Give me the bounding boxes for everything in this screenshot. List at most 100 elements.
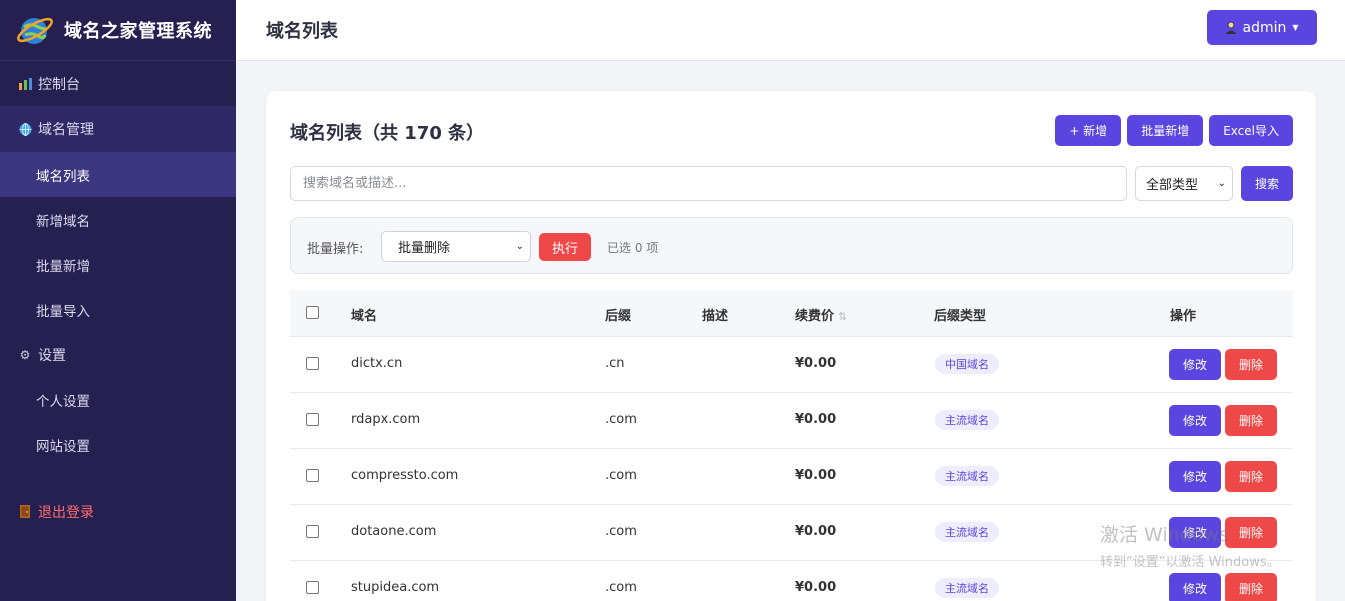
page-title: 域名列表	[266, 21, 338, 42]
delete-button[interactable]: 删除	[1225, 461, 1277, 492]
sidebar-item-label: 新增域名	[36, 213, 90, 230]
sidebar-item-site-settings[interactable]: 网站设置	[0, 422, 236, 467]
sidebar: 域名之家管理系统 控制台 域名管理 域名列表 新增域名 批量新增 批量导入 ⚙ …	[0, 0, 236, 601]
sidebar-item-label: 批量导入	[36, 303, 90, 320]
column-actions: 操作	[1170, 309, 1197, 324]
row-actions: 修改 删除	[1169, 405, 1277, 436]
column-price[interactable]: 续费价 ⇅	[795, 305, 847, 324]
suffix-cell: .cn	[605, 356, 625, 371]
sidebar-item-dashboard[interactable]: 控制台	[0, 61, 236, 106]
select-all-checkbox[interactable]	[306, 306, 319, 319]
domain-cell: compressto.com	[351, 468, 459, 483]
execute-button[interactable]: 执行	[539, 233, 591, 261]
sidebar-item-label: 退出登录	[38, 504, 94, 521]
door-icon	[18, 505, 32, 519]
column-suffix: 后缀	[605, 309, 632, 324]
type-badge: 主流域名	[935, 410, 999, 430]
suffix-cell: .com	[605, 412, 637, 427]
table-header: 域名 后缀 描述 续费价 ⇅ 后缀类型 操作	[290, 290, 1293, 337]
price-cell: ¥0.00	[795, 412, 837, 427]
batch-add-button[interactable]: 批量新增	[1127, 115, 1204, 146]
user-icon	[1225, 21, 1237, 34]
search-button[interactable]: 搜索	[1241, 166, 1293, 201]
chart-icon	[18, 77, 32, 91]
batch-operation-value: 批量删除	[398, 241, 451, 256]
suffix-cell: .com	[605, 468, 637, 483]
type-badge: 主流域名	[935, 578, 999, 598]
column-description: 描述	[702, 309, 729, 324]
globe-icon	[18, 122, 32, 136]
edit-button[interactable]: 修改	[1169, 573, 1221, 601]
selected-count: 已选 0 项	[607, 241, 659, 255]
delete-button[interactable]: 删除	[1225, 349, 1277, 380]
column-domain: 域名	[351, 309, 378, 324]
edit-button[interactable]: 修改	[1169, 461, 1221, 492]
sidebar-item-label: 控制台	[38, 76, 80, 93]
table-row: dictx.cn .cn ¥0.00 中国域名 修改 删除	[290, 337, 1293, 393]
type-badge: 主流域名	[935, 522, 999, 542]
suffix-cell: .com	[605, 580, 637, 595]
domain-cell: stupidea.com	[351, 580, 440, 595]
brand: 域名之家管理系统	[0, 0, 236, 61]
row-checkbox[interactable]	[306, 413, 319, 426]
sidebar-item-label: 批量新增	[36, 258, 90, 275]
sidebar-item-logout[interactable]: 退出登录	[0, 489, 236, 534]
watermark-line2: 转到“设置”以激活 Windows。	[1100, 555, 1280, 570]
price-cell: ¥0.00	[795, 524, 837, 539]
sidebar-item-label: 设置	[38, 347, 66, 364]
price-cell: ¥0.00	[795, 356, 837, 371]
activation-watermark: 激活 Windows 转到“设置”以激活 Windows。	[1100, 520, 1280, 570]
row-actions: 修改 删除	[1169, 573, 1277, 601]
sidebar-group-domains: 域名管理 域名列表	[0, 106, 236, 197]
caret-down-icon: ▼	[1292, 23, 1299, 32]
row-checkbox[interactable]	[306, 469, 319, 482]
chevron-down-icon: ⌄	[515, 241, 524, 252]
gear-icon: ⚙	[19, 347, 31, 362]
domain-cell: dotaone.com	[351, 524, 437, 539]
sidebar-item-domain-list[interactable]: 域名列表	[0, 152, 236, 197]
type-filter-select[interactable]: 全部类型 ⌄	[1135, 166, 1233, 201]
excel-import-button[interactable]: Excel导入	[1209, 115, 1293, 146]
sidebar-item-label: 个人设置	[36, 393, 90, 410]
row-actions: 修改 删除	[1169, 349, 1277, 380]
card-actions: + 新增 批量新增 Excel导入	[1055, 115, 1293, 146]
domain-cell: dictx.cn	[351, 356, 403, 371]
edit-button[interactable]: 修改	[1169, 405, 1221, 436]
delete-button[interactable]: 删除	[1225, 573, 1277, 601]
table-row: compressto.com .com ¥0.00 主流域名 修改 删除	[290, 449, 1293, 505]
card-title: 域名列表（共 170 条）	[290, 123, 485, 144]
sidebar-item-label: 网站设置	[36, 438, 90, 455]
topbar: 域名列表 admin ▼	[236, 0, 1345, 61]
sidebar-item-settings[interactable]: ⚙ 设置	[0, 332, 236, 377]
search-input[interactable]	[290, 166, 1127, 201]
sidebar-item-batch-import[interactable]: 批量导入	[0, 287, 236, 332]
price-cell: ¥0.00	[795, 580, 837, 595]
column-price-label: 续费价	[795, 309, 835, 324]
search-row: 全部类型 ⌄ 搜索	[290, 166, 1294, 201]
batch-operation-select[interactable]: 批量删除 ⌄	[381, 231, 531, 262]
batch-label: 批量操作:	[307, 242, 364, 257]
batch-operations: 批量操作: 批量删除 ⌄ 执行 已选 0 项	[290, 217, 1293, 274]
row-checkbox[interactable]	[306, 525, 319, 538]
brand-title: 域名之家管理系统	[64, 21, 212, 42]
sidebar-item-profile-settings[interactable]: 个人设置	[0, 377, 236, 422]
edit-button[interactable]: 修改	[1169, 349, 1221, 380]
sidebar-item-domain-management[interactable]: 域名管理	[0, 106, 236, 152]
user-menu-button[interactable]: admin ▼	[1207, 10, 1317, 45]
row-actions: 修改 删除	[1169, 461, 1277, 492]
suffix-cell: .com	[605, 524, 637, 539]
type-badge: 主流域名	[935, 466, 999, 486]
sort-icon: ⇅	[838, 310, 848, 323]
sidebar-item-batch-add[interactable]: 批量新增	[0, 242, 236, 287]
table-row: rdapx.com .com ¥0.00 主流域名 修改 删除	[290, 393, 1293, 449]
column-suffix-type: 后缀类型	[934, 309, 987, 324]
sidebar-item-add-domain[interactable]: 新增域名	[0, 197, 236, 242]
sidebar-item-label: 域名列表	[36, 168, 90, 185]
row-checkbox[interactable]	[306, 357, 319, 370]
user-name: admin	[1242, 19, 1287, 36]
sidebar-item-label: 域名管理	[38, 122, 94, 138]
row-checkbox[interactable]	[306, 581, 319, 594]
add-button[interactable]: + 新增	[1055, 115, 1122, 146]
price-cell: ¥0.00	[795, 468, 837, 483]
delete-button[interactable]: 删除	[1225, 405, 1277, 436]
